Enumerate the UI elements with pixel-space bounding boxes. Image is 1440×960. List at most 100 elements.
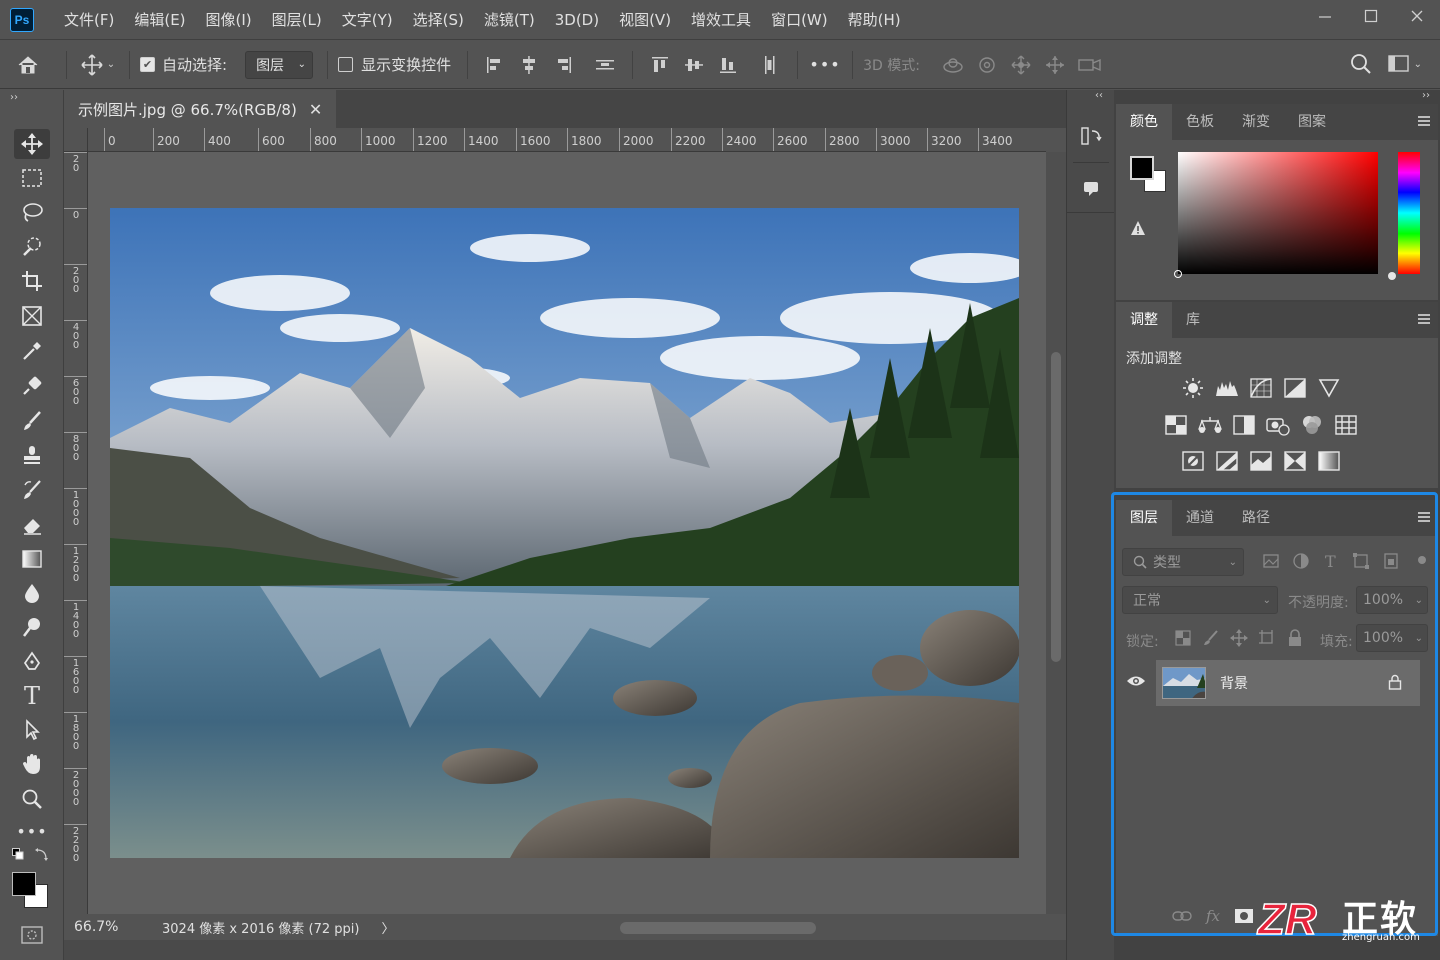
invert-icon[interactable]	[1180, 448, 1206, 474]
adjustment-layer-filter-icon[interactable]	[1292, 552, 1310, 570]
layer-style-button[interactable]: fx	[1206, 907, 1220, 925]
frame-tool[interactable]	[14, 301, 50, 331]
close-tab-icon[interactable]: ✕	[309, 100, 322, 119]
tab-adjustments[interactable]: 调整	[1116, 302, 1172, 338]
healing-brush-tool[interactable]	[14, 371, 50, 401]
vibrance-icon[interactable]	[1316, 375, 1342, 401]
align-vcenter-button[interactable]	[677, 51, 711, 79]
horizontal-scrollbar[interactable]	[410, 914, 1046, 940]
history-brush-tool[interactable]	[14, 475, 50, 505]
pixel-layer-filter-icon[interactable]	[1262, 552, 1280, 570]
3d-camera-icon[interactable]	[1078, 55, 1102, 75]
foreground-color-swatch[interactable]	[1130, 156, 1154, 180]
color-field[interactable]	[1174, 152, 1378, 278]
menu-select[interactable]: 选择(S)	[403, 0, 474, 40]
zoom-tool[interactable]	[14, 784, 50, 814]
auto-select-checkbox[interactable]: ✔	[140, 57, 155, 72]
menu-plugins[interactable]: 增效工具	[681, 0, 761, 40]
collapse-panels-icon[interactable]: ‹‹	[1095, 90, 1103, 101]
comments-panel-button[interactable]	[1073, 170, 1109, 206]
clone-stamp-tool[interactable]	[14, 440, 50, 470]
photo-filter-icon[interactable]	[1265, 412, 1291, 438]
quick-selection-tool[interactable]	[14, 231, 50, 261]
history-panel-button[interactable]	[1073, 118, 1109, 154]
filter-toggle-dot[interactable]	[1418, 556, 1426, 564]
auto-select-dropdown[interactable]: 图层 ⌄	[245, 50, 314, 79]
brightness-contrast-icon[interactable]	[1180, 375, 1206, 401]
canvas-area[interactable]	[88, 152, 1046, 914]
color-picker-handle[interactable]	[1174, 270, 1182, 278]
channel-mixer-icon[interactable]	[1299, 412, 1325, 438]
panel-menu-icon[interactable]	[1418, 314, 1430, 324]
vertical-scrollbar[interactable]	[1046, 152, 1066, 914]
gradient-map-icon[interactable]	[1316, 448, 1342, 474]
move-tool-preset[interactable]: ⌄	[77, 53, 119, 76]
hand-tool[interactable]	[14, 749, 50, 779]
quick-mask-button[interactable]	[14, 920, 50, 950]
tab-gradients[interactable]: 渐变	[1228, 104, 1284, 140]
align-right-button[interactable]	[546, 51, 580, 79]
brush-tool[interactable]	[14, 406, 50, 436]
align-bottom-button[interactable]	[711, 51, 745, 79]
curves-icon[interactable]	[1248, 375, 1274, 401]
layer-row-background[interactable]: 背景	[1156, 660, 1420, 706]
search-button[interactable]	[1350, 53, 1372, 79]
path-selection-tool[interactable]	[14, 715, 50, 745]
menu-window[interactable]: 窗口(W)	[761, 0, 838, 40]
menu-file[interactable]: 文件(F)	[54, 0, 124, 40]
move-tool[interactable]	[14, 129, 50, 159]
edit-toolbar-button[interactable]: •••	[14, 816, 50, 846]
close-window-button[interactable]	[1394, 0, 1440, 32]
align-top-button[interactable]	[643, 51, 677, 79]
fill-input[interactable]: 100% ⌄	[1356, 624, 1428, 652]
shape-layer-filter-icon[interactable]	[1352, 552, 1370, 570]
3d-roll-icon[interactable]	[976, 55, 998, 75]
panel-menu-icon[interactable]	[1418, 116, 1430, 126]
distribute-vertical-button[interactable]	[753, 51, 787, 79]
status-menu-arrow[interactable]: 〉	[381, 918, 394, 937]
document-image[interactable]	[110, 208, 1019, 858]
document-tab[interactable]: 示例图片.jpg @ 66.7%(RGB/8) ✕	[64, 90, 336, 128]
hue-slider-handle[interactable]	[1388, 272, 1396, 280]
eyedropper-tool[interactable]	[14, 336, 50, 366]
lock-transparent-pixels-icon[interactable]	[1174, 629, 1192, 647]
tab-swatches[interactable]: 色板	[1172, 104, 1228, 140]
selective-color-icon[interactable]	[1282, 448, 1308, 474]
gamut-warning-icon[interactable]	[1130, 220, 1146, 240]
3d-orbit-icon[interactable]	[942, 55, 964, 75]
vertical-scroll-thumb[interactable]	[1051, 352, 1061, 662]
exposure-icon[interactable]	[1282, 375, 1308, 401]
minimize-button[interactable]	[1302, 0, 1348, 32]
tab-libraries[interactable]: 库	[1172, 302, 1214, 338]
gradient-tool[interactable]	[14, 544, 50, 574]
auto-select-toggle[interactable]: ✔ 自动选择:	[140, 54, 227, 75]
black-white-icon[interactable]	[1231, 412, 1257, 438]
blend-mode-select[interactable]: 正常 ⌄	[1122, 586, 1278, 614]
hue-slider[interactable]	[1388, 152, 1420, 280]
pen-tool[interactable]	[14, 647, 50, 677]
marquee-tool[interactable]	[14, 163, 50, 193]
link-layers-icon[interactable]	[1172, 909, 1192, 923]
blur-tool[interactable]	[14, 578, 50, 608]
distribute-button[interactable]	[588, 51, 622, 79]
eraser-tool[interactable]	[14, 510, 50, 540]
tab-color[interactable]: 颜色	[1116, 104, 1172, 140]
lock-image-pixels-icon[interactable]	[1202, 629, 1220, 647]
menu-image[interactable]: 图像(I)	[196, 0, 262, 40]
more-options-button[interactable]: •••	[808, 55, 842, 74]
posterize-icon[interactable]	[1214, 448, 1240, 474]
align-left-button[interactable]	[478, 51, 512, 79]
foreground-color-swatch[interactable]	[12, 872, 36, 896]
align-hcenter-button[interactable]	[512, 51, 546, 79]
tab-patterns[interactable]: 图案	[1284, 104, 1340, 140]
tab-paths[interactable]: 路径	[1228, 500, 1284, 536]
expand-toolbar-icon[interactable]: ››	[10, 92, 18, 103]
3d-slide-icon[interactable]	[1044, 55, 1066, 75]
transform-controls-checkbox[interactable]	[338, 57, 354, 72]
lock-all-icon[interactable]	[1286, 629, 1304, 647]
menu-type[interactable]: 文字(Y)	[332, 0, 403, 40]
tab-layers[interactable]: 图层	[1116, 500, 1172, 536]
zoom-level[interactable]: 66.7%	[74, 919, 146, 935]
ruler-origin[interactable]	[64, 128, 88, 152]
maximize-button[interactable]	[1348, 0, 1394, 32]
